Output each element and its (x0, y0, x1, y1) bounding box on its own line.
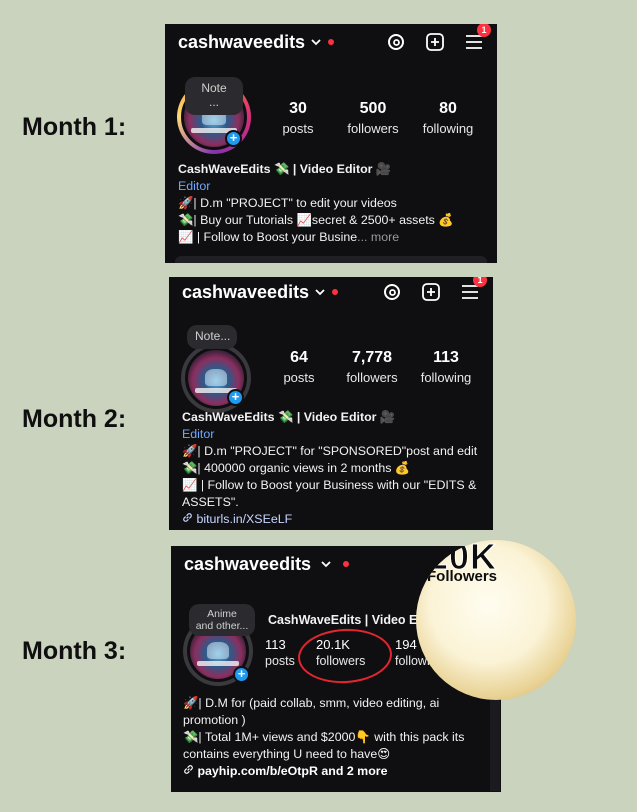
threads-icon[interactable] (381, 281, 403, 303)
profile-card-month-2: cashwaveedits 1 + Note... 64 posts 7,778… (169, 277, 493, 530)
posts-count: 64 (290, 349, 308, 366)
posts-stat[interactable]: 30 posts (268, 100, 328, 136)
profile-card-month-1: cashwaveedits 1 + Note ... 30 posts 500 … (165, 24, 497, 263)
milestone-text: Followers (427, 568, 498, 585)
bio-line: promotion ) (183, 713, 246, 727)
live-dot (332, 289, 339, 295)
bio-line: contains everything U need to have😍 (183, 747, 391, 761)
month-2-label: Month 2: (22, 405, 127, 433)
notification-badge: 1 (473, 277, 487, 287)
bio-line: 📈 | Follow to Boost your Busine (178, 230, 358, 244)
category-label[interactable]: Editor (178, 178, 493, 195)
bio-line: 💸| Buy our Tutorials 📈secret & 2500+ ass… (178, 213, 454, 227)
posts-label: posts (283, 370, 315, 385)
edit-profile-strip (175, 256, 487, 263)
live-dot (328, 39, 335, 45)
following-label: following (422, 121, 474, 136)
followers-stat[interactable]: 500 followers (337, 100, 409, 136)
posts-count: 30 (289, 100, 307, 117)
followers-count: 7,778 (351, 349, 393, 366)
bio-line: 📈 | Follow to Boost your Business with o… (182, 478, 477, 492)
bio-link[interactable]: biturls.in/XSEeLF (182, 511, 487, 528)
bio: CashWaveEdits 💸 | Video Editor 🎥 Editor … (178, 161, 493, 246)
display-name: CashWaveEdits 💸 | Video Editor 🎥 (178, 162, 392, 176)
plus-icon[interactable]: + (233, 666, 250, 683)
plus-icon[interactable]: + (227, 389, 244, 406)
bio-link-text[interactable]: payhip.com/b/eOtpR and 2 more (197, 764, 387, 778)
bio-line: 🚀| D.M for (paid collab, smm, video edit… (183, 696, 440, 710)
note-bubble[interactable]: Anime and other... (189, 604, 255, 637)
followers-stat[interactable]: 7,778 followers (336, 349, 408, 385)
posts-count: 113 (265, 637, 286, 652)
avatar[interactable]: + (181, 343, 251, 413)
month-3-label: Month 3: (22, 637, 127, 665)
link-icon (182, 512, 193, 526)
chevron-down-icon[interactable] (311, 33, 321, 51)
profile-header: cashwaveedits 1 (178, 24, 491, 57)
bio-link-text[interactable]: biturls.in/XSEeLF (196, 512, 292, 526)
menu-icon[interactable]: 1 (463, 24, 491, 53)
following-stat[interactable]: 80 following (415, 100, 481, 136)
bio: 🚀| D.M for (paid collab, smm, video edit… (183, 695, 489, 780)
note-bubble[interactable]: Note... (187, 325, 237, 349)
month-1-label: Month 1: (22, 113, 127, 141)
username[interactable]: cashwaveedits (182, 282, 309, 303)
following-count: 80 (439, 100, 457, 117)
bio-line: 🚀| D.m "PROJECT" for "SPONSORED"post and… (182, 444, 478, 458)
add-square-icon[interactable] (420, 281, 442, 303)
profile-header: cashwaveedits 1 (182, 277, 487, 307)
bio-line: 💸| 400000 organic views in 2 months 💰 (182, 461, 411, 475)
notification-badge: 1 (477, 24, 491, 37)
add-square-icon[interactable] (424, 31, 446, 53)
username[interactable]: cashwaveedits (178, 32, 305, 53)
bio: CashWaveEdits 💸 | Video Editor 🎥 Editor … (182, 409, 487, 528)
category-label[interactable]: Editor (182, 426, 487, 443)
display-name: CashWaveEdits 💸 | Video Editor 🎥 (182, 410, 396, 424)
link-icon (183, 764, 194, 778)
posts-stat[interactable]: 64 posts (268, 349, 330, 385)
plus-icon[interactable]: + (225, 130, 242, 147)
posts-label: posts (282, 121, 314, 136)
followers-label: followers (346, 370, 398, 385)
threads-icon[interactable] (385, 31, 407, 53)
following-label: following (420, 370, 472, 385)
live-dot (343, 561, 350, 567)
note-bubble[interactable]: Note ... (185, 77, 243, 115)
milestone-badge: 20K Followers (416, 540, 576, 700)
more-link[interactable]: ... more (357, 230, 399, 244)
posts-stat[interactable]: 113 posts (265, 637, 303, 668)
bio-line: ASSETS". (182, 495, 239, 509)
followers-count: 500 (359, 100, 387, 117)
following-count: 113 (433, 349, 459, 366)
menu-icon[interactable]: 1 (459, 277, 487, 303)
following-stat[interactable]: 113 following (412, 349, 480, 385)
chevron-down-icon[interactable] (321, 555, 331, 573)
bio-link[interactable]: payhip.com/b/eOtpR and 2 more (183, 763, 489, 780)
chevron-down-icon[interactable] (315, 283, 325, 301)
followers-label: followers (347, 121, 399, 136)
bio-line: 💸| Total 1M+ views and $2000👇 with this … (183, 730, 465, 744)
username[interactable]: cashwaveedits (184, 554, 311, 575)
bio-line: 🚀| D.m "PROJECT" to edit your videos (178, 196, 397, 210)
